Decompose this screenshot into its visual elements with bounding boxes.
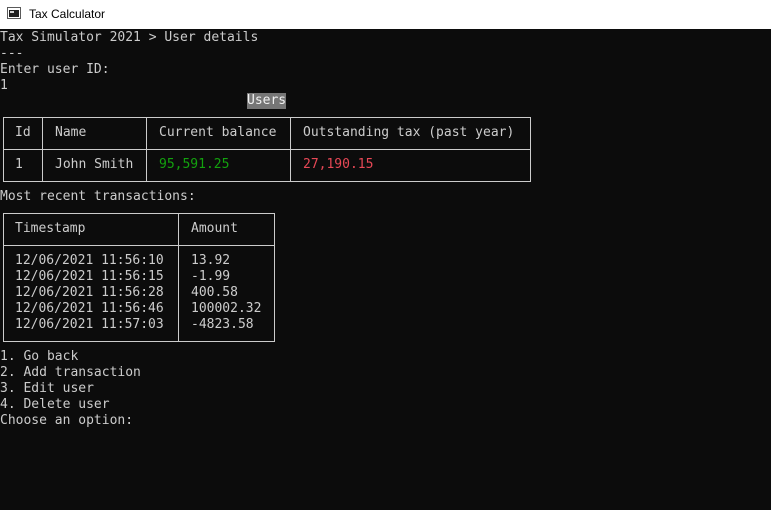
user-name-cell: John Smith: [55, 157, 134, 172]
users-table-col-divider: [290, 117, 291, 182]
transaction-timestamp: 12/06/2021 11:56:15: [15, 269, 164, 284]
console-app-icon: [7, 7, 21, 19]
transaction-amount: 100002.32: [191, 301, 262, 316]
users-header-tax: Outstanding tax (past year): [303, 125, 515, 140]
transactions-table-header-divider: [3, 245, 275, 246]
users-table-header-divider: [3, 149, 531, 150]
transaction-amount: 400.58: [191, 285, 238, 300]
transactions-header-timestamp: Timestamp: [15, 221, 86, 236]
breadcrumb: Tax Simulator 2021 > User details: [0, 30, 259, 45]
user-id-input[interactable]: 1: [0, 78, 8, 94]
choose-option-prompt[interactable]: Choose an option:: [0, 413, 133, 429]
transactions-table-col-divider: [178, 213, 179, 342]
menu-option-delete-user[interactable]: 4. Delete user: [0, 397, 110, 413]
transactions-header-amount: Amount: [191, 221, 238, 236]
window-titlebar[interactable]: Tax Calculator: [0, 0, 771, 29]
transaction-amount: -1.99: [191, 269, 231, 284]
users-header-name: Name: [55, 125, 87, 140]
user-tax-cell: 27,190.15: [303, 157, 374, 172]
users-header-balance: Current balance: [159, 125, 277, 140]
separator-line: ---: [0, 46, 24, 61]
users-table-title: Users: [247, 93, 287, 109]
users-table-col-divider: [146, 117, 147, 182]
users-table-col-divider: [42, 117, 43, 182]
user-id-cell: 1: [15, 157, 23, 172]
menu-option-add-transaction[interactable]: 2. Add transaction: [0, 365, 141, 381]
user-id-prompt: Enter user ID:: [0, 62, 110, 77]
transaction-timestamp: 12/06/2021 11:57:03: [15, 317, 164, 332]
transaction-timestamp: 12/06/2021 11:56:46: [15, 301, 164, 316]
transaction-timestamp: 12/06/2021 11:56:28: [15, 285, 164, 300]
menu-option-edit-user[interactable]: 3. Edit user: [0, 381, 94, 397]
users-header-id: Id: [15, 125, 31, 140]
window-title: Tax Calculator: [29, 7, 106, 21]
transaction-timestamp: 12/06/2021 11:56:10: [15, 253, 164, 268]
menu-option-go-back[interactable]: 1. Go back: [0, 349, 78, 365]
transaction-amount: -4823.58: [191, 317, 254, 332]
transaction-amount: 13.92: [191, 253, 231, 268]
user-balance-cell: 95,591.25: [159, 157, 230, 172]
transactions-label: Most recent transactions:: [0, 189, 196, 204]
